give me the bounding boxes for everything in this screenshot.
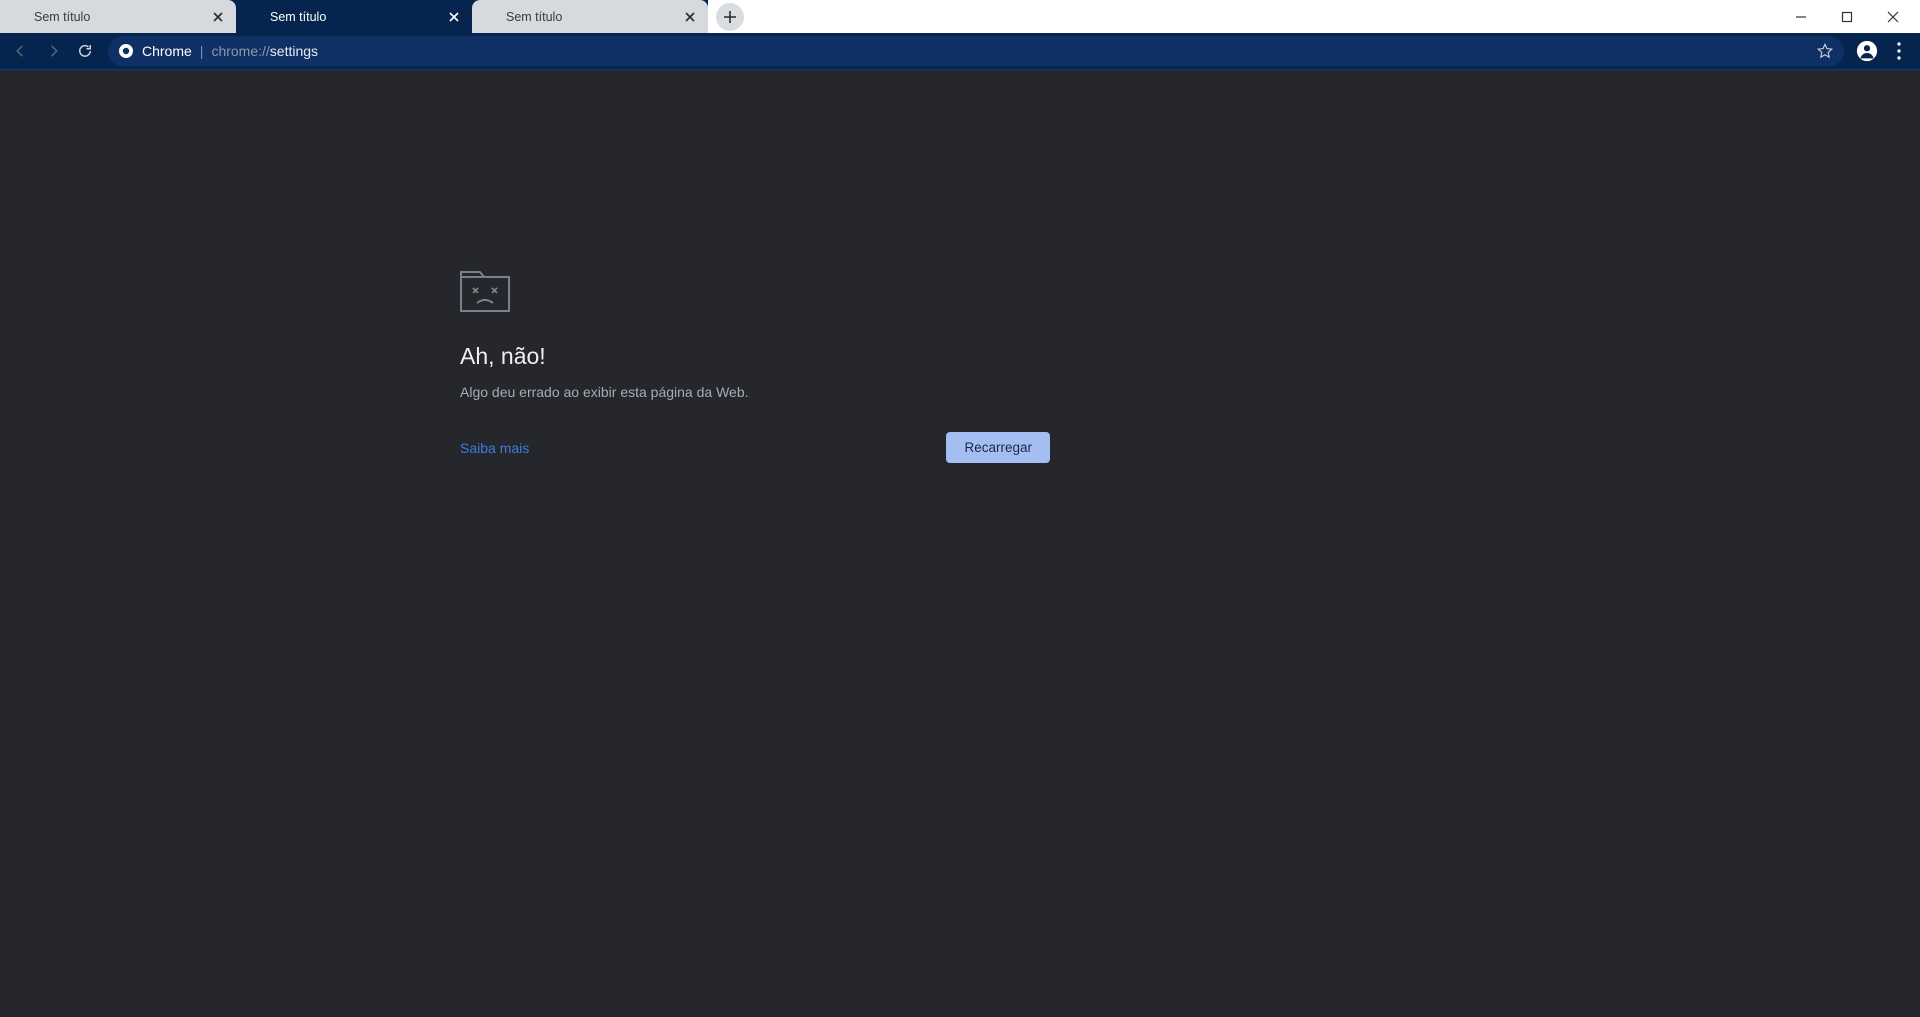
- address-bar[interactable]: Chrome | chrome://settings: [108, 36, 1844, 66]
- reload-page-button[interactable]: Recarregar: [946, 432, 1050, 463]
- browser-tab-active[interactable]: Sem título: [236, 0, 472, 33]
- close-icon[interactable]: [682, 9, 698, 25]
- close-icon[interactable]: [210, 9, 226, 25]
- url-text: chrome://settings: [211, 43, 318, 59]
- error-title: Ah, não!: [460, 343, 1050, 370]
- forward-button[interactable]: [38, 36, 68, 66]
- minimize-button[interactable]: [1778, 0, 1824, 33]
- origin-label: Chrome: [142, 43, 192, 59]
- origin-separator: |: [200, 43, 204, 59]
- kebab-menu-icon[interactable]: [1884, 36, 1914, 66]
- error-actions: Saiba mais Recarregar: [460, 432, 1050, 463]
- close-window-button[interactable]: [1870, 0, 1916, 33]
- tab-title: Sem título: [14, 10, 210, 24]
- new-tab-area: [708, 0, 744, 33]
- browser-tab[interactable]: Sem título: [472, 0, 708, 33]
- error-message: Algo deu errado ao exibir esta página da…: [460, 384, 1050, 400]
- page-content: Ah, não! Algo deu errado ao exibir esta …: [0, 70, 1920, 1017]
- site-info-icon[interactable]: [118, 43, 134, 59]
- browser-tab[interactable]: Sem título: [0, 0, 236, 33]
- browser-toolbar: Chrome | chrome://settings: [0, 33, 1920, 69]
- back-button[interactable]: [6, 36, 36, 66]
- sad-folder-icon: [460, 270, 1050, 317]
- profile-button[interactable]: [1852, 36, 1882, 66]
- bookmark-star-icon[interactable]: [1816, 42, 1834, 60]
- new-tab-button[interactable]: [716, 3, 744, 31]
- tab-title: Sem título: [486, 10, 682, 24]
- error-panel: Ah, não! Algo deu errado ao exibir esta …: [460, 270, 1050, 463]
- tab-strip: Sem título Sem título Sem título: [0, 0, 1920, 33]
- close-icon[interactable]: [446, 9, 462, 25]
- tab-title: Sem título: [250, 10, 446, 24]
- maximize-button[interactable]: [1824, 0, 1870, 33]
- window-controls: [1778, 0, 1920, 33]
- reload-button[interactable]: [70, 36, 100, 66]
- learn-more-link[interactable]: Saiba mais: [460, 440, 529, 456]
- tab-strip-spacer: [744, 0, 1778, 33]
